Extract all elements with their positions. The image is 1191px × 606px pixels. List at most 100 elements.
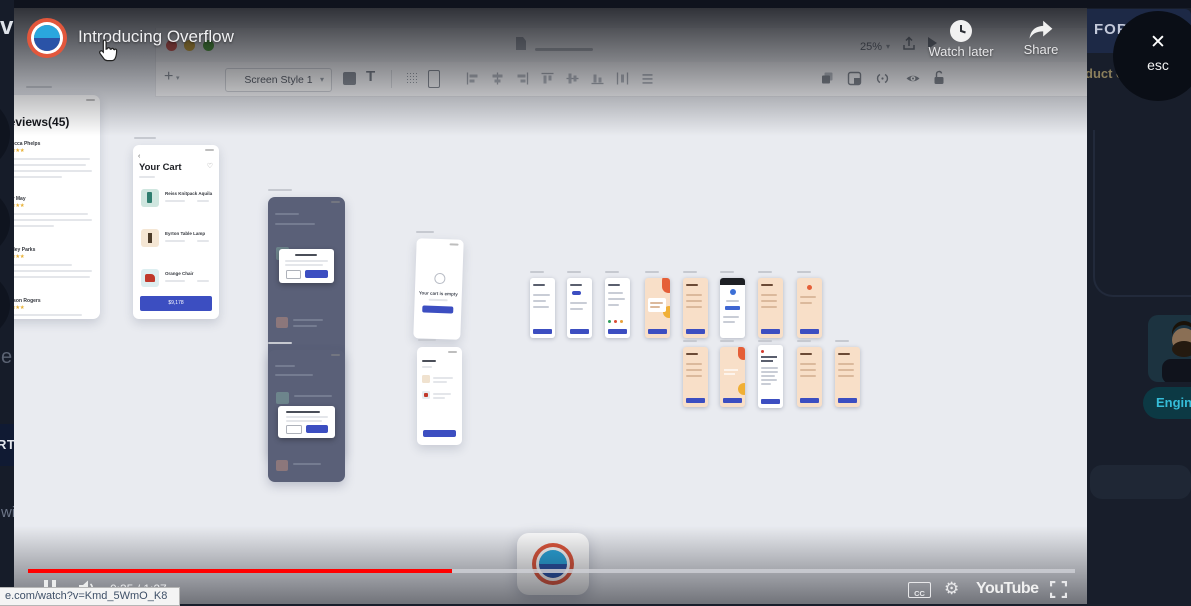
cart-phone-mockup: ‹ Your Cart ♡ Reiss Knitpack Aquila Eyrt… [133, 145, 219, 319]
thumb-detail [723, 316, 739, 318]
cart-item-name: Reiss Knitpack Aquila [165, 191, 213, 196]
thumb-detail [650, 302, 663, 304]
screen-style-value: Screen Style 1 [244, 74, 313, 86]
orange-blob [662, 278, 670, 293]
empty-cart-phone-mockup: Your cart is empty [413, 238, 464, 340]
thumb-detail [838, 353, 850, 355]
share-button[interactable]: Share [1011, 19, 1071, 67]
orange-dot [807, 285, 812, 290]
dialog-confirm-button [305, 270, 328, 278]
light-line [724, 373, 735, 375]
product-image [145, 274, 155, 282]
phone-thumbnail-peach-blobs2 [720, 347, 745, 407]
frame-label [26, 86, 52, 88]
phone-thumbnail-peach-form [683, 278, 708, 338]
add-screen-caret-icon: ▾ [176, 75, 180, 82]
skeleton-line [14, 264, 72, 266]
frame-label [835, 340, 849, 342]
hero-letter-shape [0, 182, 10, 262]
cart-item-thumb [141, 189, 159, 207]
star-rating: ★★★★★ [14, 203, 25, 209]
thumb-detail [800, 296, 816, 298]
youtube-logo[interactable]: YouTube [976, 580, 1039, 598]
close-icon: ✕ [1150, 32, 1166, 53]
close-lightbox-button[interactable]: ✕ esc [1113, 11, 1191, 101]
skeleton-line [286, 416, 328, 418]
thumb-detail [800, 375, 816, 377]
lock-open-icon [934, 70, 944, 84]
thumb-detail [800, 302, 812, 304]
reviewer-name: Rebecca Phelps [14, 141, 41, 147]
avatar-dot [730, 289, 736, 295]
frame-label [418, 339, 436, 341]
skeleton-line [14, 219, 92, 221]
mini-cart-title-line [422, 360, 436, 362]
start-button-fragment[interactable]: RT [0, 424, 14, 466]
skeleton-line [275, 223, 315, 225]
frame-label [605, 271, 619, 273]
phone-status-bar [331, 201, 340, 203]
skeleton-line [275, 365, 295, 367]
dialog-title-line [286, 411, 320, 413]
thumb-button [686, 398, 705, 403]
skeleton-line [275, 374, 313, 376]
captions-button[interactable]: CC [908, 582, 931, 598]
zoom-level: 25% [860, 41, 883, 53]
thumb-button [761, 329, 780, 334]
dim-product-thumb [276, 460, 288, 471]
skeleton-line [197, 280, 209, 282]
reviewer-name: Larry May [14, 196, 26, 202]
cart-item-name: Orange Chair [165, 271, 194, 276]
align-top-icon [541, 72, 554, 84]
thumb-detail [686, 294, 702, 296]
skeleton-line [433, 397, 445, 399]
watch-later-button[interactable]: Watch later [919, 19, 1003, 67]
thumb-detail [686, 300, 702, 302]
skeleton-line [165, 200, 185, 202]
add-screen-icon: + [164, 68, 174, 85]
thumb-button [648, 329, 667, 334]
progress-fill [28, 569, 452, 573]
skeleton-line [14, 225, 54, 227]
video-player[interactable]: 25% ▾ + ▾ Screen Style 1 ▾ T Reviews(45)… [14, 8, 1087, 604]
frame-label [530, 271, 544, 273]
channel-avatar-overflow-logo[interactable] [34, 25, 60, 51]
settings-gear-icon[interactable]: ⚙ [944, 579, 959, 599]
thumb-detail [608, 304, 619, 306]
progress-bar[interactable] [28, 569, 1075, 573]
thumb-detail [800, 353, 812, 355]
thumb-detail [650, 306, 660, 308]
dialog-confirm-button [306, 425, 328, 433]
skeleton-line [197, 240, 209, 242]
hand-cursor-icon [99, 39, 118, 62]
phone-status-bar [205, 149, 214, 151]
hero-letter-shape [0, 92, 10, 176]
skeleton-line [14, 276, 90, 278]
frame-label [416, 231, 434, 233]
frame-label [645, 271, 659, 273]
thumb-detail [686, 369, 702, 371]
thumb-detail [761, 375, 775, 377]
fullscreen-button[interactable] [1050, 581, 1067, 598]
dialog-title-line [295, 254, 317, 256]
red-dot [761, 350, 764, 353]
align-middle-v-icon [566, 73, 579, 84]
thumb-detail [686, 375, 702, 377]
start-button-label: RT [0, 437, 14, 452]
skeleton-line [433, 377, 453, 379]
skeleton-line [165, 280, 185, 282]
align-bottom-icon [591, 74, 604, 85]
reviewer-name: Bradley Parks [14, 247, 36, 253]
frame-label [758, 340, 772, 342]
skeleton-line [14, 164, 86, 166]
thumb-detail [686, 306, 702, 308]
frame-label [758, 271, 772, 273]
eye-icon [906, 75, 920, 82]
frame-label [720, 271, 734, 273]
phone-status-bar [86, 99, 95, 101]
star-rating: ★★★★★ [14, 148, 25, 154]
mini-checkout-button [423, 430, 456, 437]
thumb-detail [723, 321, 735, 323]
phone-thumbnail-peach-form [835, 347, 860, 407]
team-member-photo [1148, 315, 1191, 382]
